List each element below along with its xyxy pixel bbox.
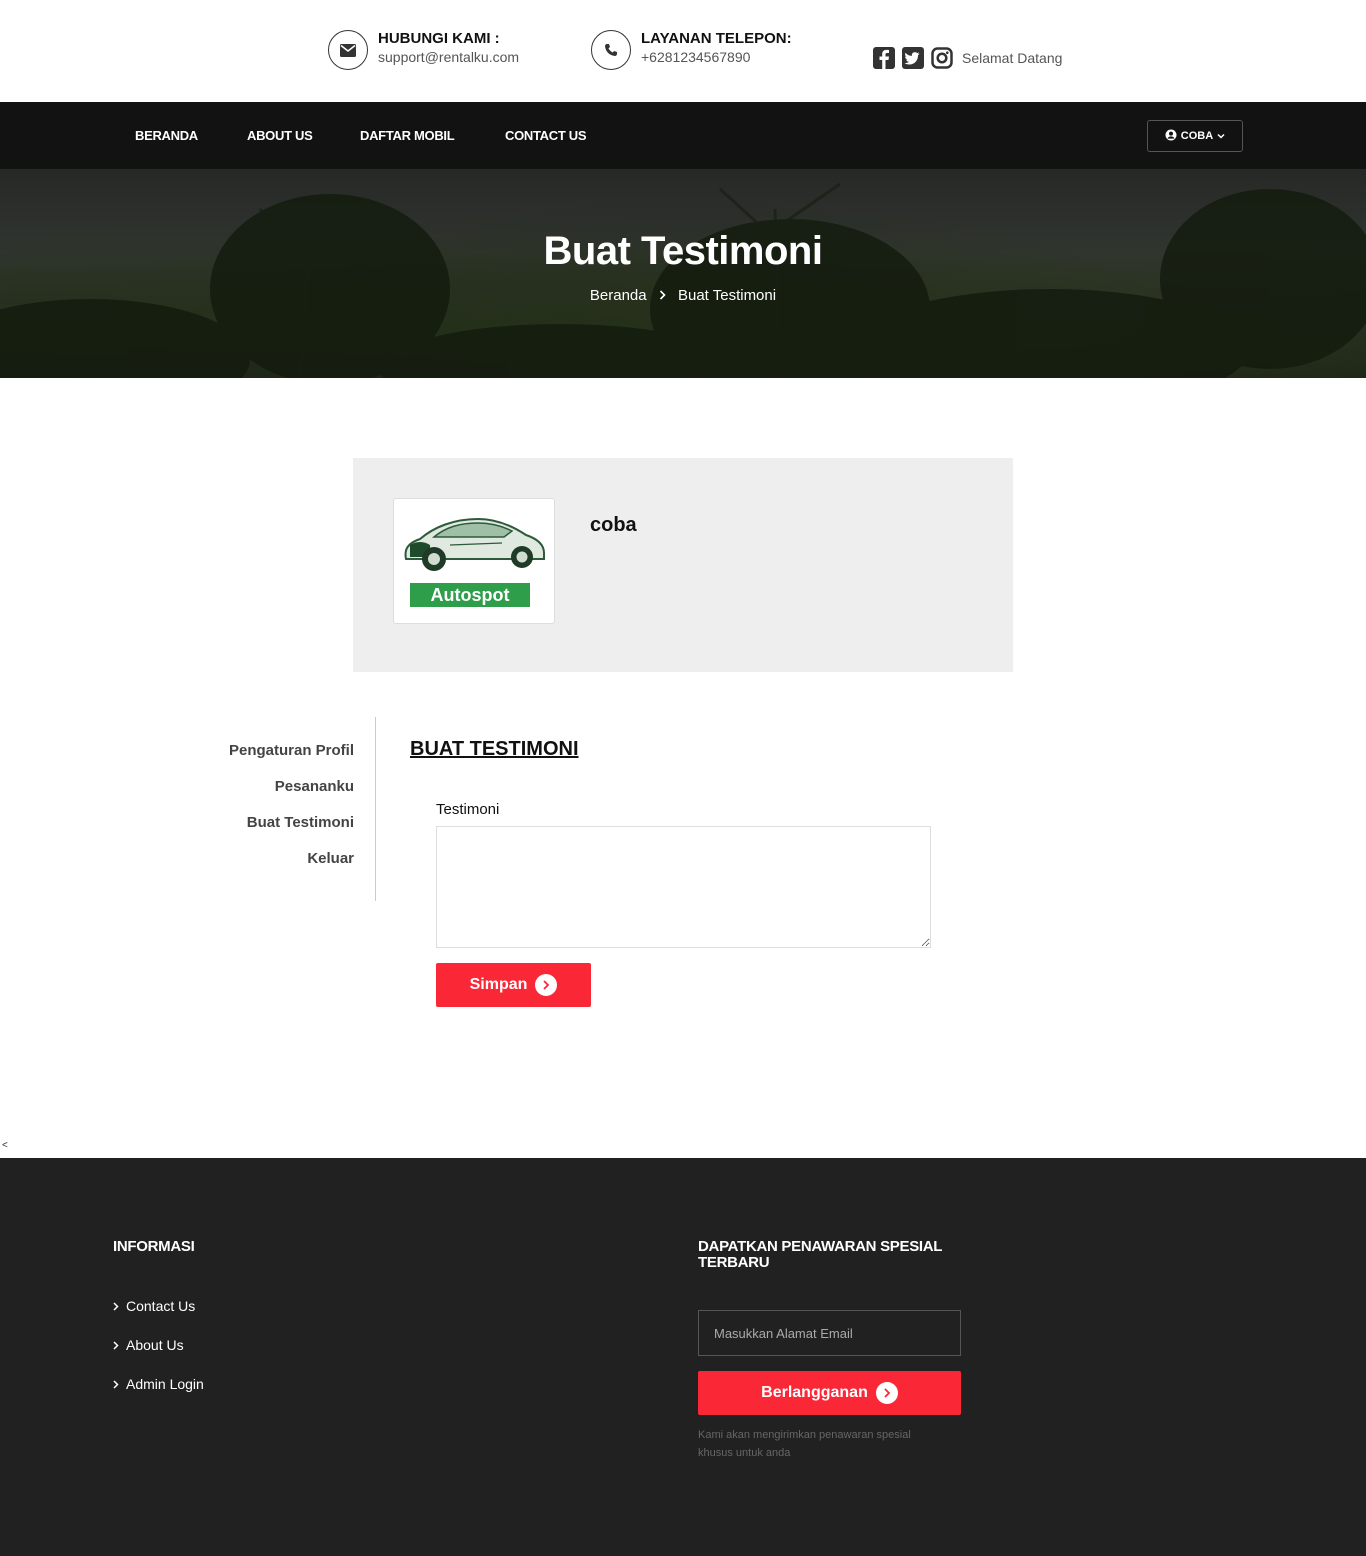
chevron-right-icon	[113, 1337, 119, 1353]
email-contact: HUBUNGI KAMI : support@rentalku.com	[328, 30, 519, 70]
nav-item-beranda[interactable]: BERANDA	[135, 128, 198, 143]
simpan-button-label: Simpan	[469, 976, 528, 993]
nav-item-contact-us[interactable]: CONTACT US	[505, 128, 587, 143]
subscribe-button[interactable]: Berlangganan	[698, 1371, 961, 1415]
phone-title: LAYANAN TELEPON:	[641, 30, 792, 47]
page-title: Buat Testimoni	[543, 229, 823, 273]
footer-link-label: Admin Login	[126, 1376, 204, 1392]
stray-character: <	[2, 1140, 8, 1151]
newsletter-note: Kami akan mengirimkan penawaran spesial …	[698, 1429, 911, 1459]
sidebar-item-keluar[interactable]: Keluar	[307, 850, 354, 867]
footer-info-heading: INFORMASI	[113, 1238, 195, 1255]
sidebar-item-pesananku[interactable]: Pesananku	[275, 778, 354, 795]
email-title: HUBUNGI KAMI :	[378, 30, 500, 47]
instagram-icon[interactable]	[931, 47, 953, 69]
simpan-button[interactable]: Simpan	[436, 963, 591, 1007]
facebook-icon[interactable]	[873, 47, 895, 69]
user-menu-button[interactable]: COBA	[1147, 120, 1243, 152]
chevron-right-circle-icon	[535, 974, 558, 996]
avatar-brand-label: Autospot	[410, 583, 530, 607]
chevron-right-icon	[113, 1298, 119, 1314]
breadcrumb-current: Buat Testimoni	[677, 287, 777, 304]
avatar: Autospot	[393, 498, 555, 624]
breadcrumb-home[interactable]: Beranda	[590, 287, 647, 304]
phone-icon	[591, 30, 631, 70]
footer: INFORMASI Contact Us About Us Admin Logi…	[0, 1158, 1366, 1556]
footer-link-admin-login[interactable]: Admin Login	[113, 1376, 204, 1392]
nav-item-about-us[interactable]: ABOUT US	[247, 128, 313, 143]
phone-contact: LAYANAN TELEPON: +6281234567890	[591, 30, 792, 70]
chevron-right-circle-icon	[875, 1382, 898, 1404]
car-logo-image	[404, 517, 545, 571]
top-info-bar: HUBUNGI KAMI : support@rentalku.com LAYA…	[0, 0, 1366, 102]
footer-link-label: Contact Us	[126, 1298, 196, 1314]
footer-link-label: About Us	[126, 1337, 184, 1353]
newsletter-email-input[interactable]	[698, 1310, 961, 1356]
footer-link-contact-us[interactable]: Contact Us	[113, 1298, 195, 1314]
envelope-icon	[328, 30, 368, 70]
phone-value[interactable]: +6281234567890	[641, 48, 792, 66]
footer-offer-heading: DAPATKAN PENAWARAN SPESIAL TERBARU	[698, 1238, 942, 1271]
subscribe-button-label: Berlangganan	[761, 1384, 868, 1401]
chevron-down-icon	[1217, 130, 1225, 142]
user-circle-icon	[1165, 129, 1177, 144]
testimoni-textarea[interactable]	[436, 826, 931, 948]
sidebar-item-pengaturan-profil[interactable]: Pengaturan Profil	[229, 742, 354, 759]
footer-link-about-us[interactable]: About Us	[113, 1337, 184, 1353]
twitter-icon[interactable]	[902, 47, 924, 69]
email-value[interactable]: support@rentalku.com	[378, 48, 519, 66]
profile-name: coba	[590, 514, 637, 536]
testimoni-label: Testimoni	[436, 801, 500, 818]
chevron-right-icon	[659, 287, 670, 304]
nav-item-daftar-mobil[interactable]: DAFTAR MOBIL	[360, 128, 455, 143]
social-links: Selamat Datang	[873, 47, 1062, 69]
user-menu-label: COBA	[1180, 130, 1214, 142]
breadcrumb: Beranda Buat Testimoni	[0, 287, 1366, 304]
page-hero-banner: Buat Testimoni Beranda Buat Testimoni	[0, 169, 1366, 378]
main-navbar: BERANDA ABOUT US DAFTAR MOBIL CONTACT US…	[0, 102, 1366, 169]
welcome-text: Selamat Datang	[962, 50, 1063, 66]
profile-card: Autospot coba	[353, 458, 1013, 672]
form-title: BUAT TESTIMONI	[410, 738, 579, 760]
sidebar-item-buat-testimoni[interactable]: Buat Testimoni	[247, 814, 354, 831]
account-sidebar: Pengaturan Profil Pesananku Buat Testimo…	[200, 717, 376, 901]
chevron-right-icon	[113, 1376, 119, 1392]
